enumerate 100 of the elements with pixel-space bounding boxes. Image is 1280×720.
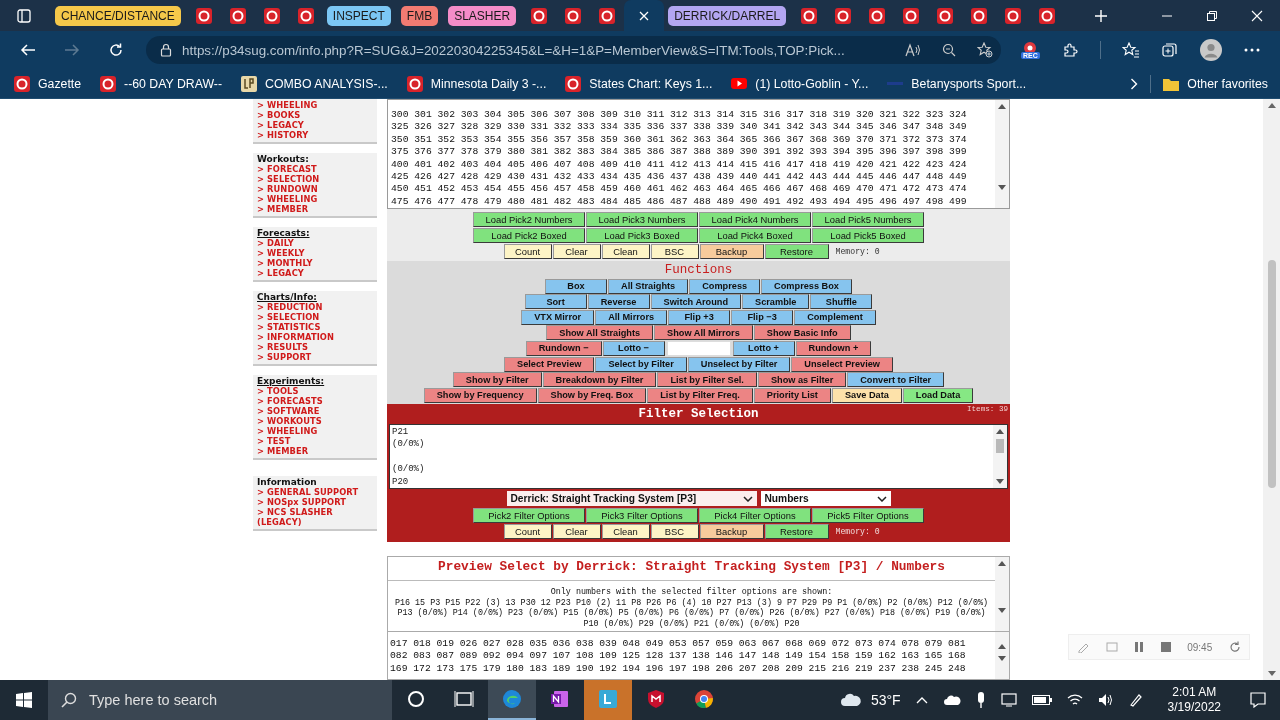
button[interactable]: Unselect by Filter — [687, 356, 791, 372]
tab-group-label[interactable]: FMB — [400, 5, 439, 26]
chevron-right-icon[interactable] — [1130, 77, 1139, 90]
sidebar-link[interactable]: > LEGACY — [257, 268, 373, 278]
cloud-icon[interactable] — [942, 694, 961, 706]
button[interactable]: BSC — [650, 244, 699, 259]
pen-icon[interactable] — [1128, 693, 1143, 707]
wifi-icon[interactable] — [1066, 694, 1083, 706]
scroll-up-icon[interactable] — [998, 104, 1006, 109]
scrollbar[interactable] — [995, 632, 1009, 679]
button[interactable]: Compress Box — [761, 278, 852, 294]
button[interactable]: Reverse — [587, 294, 650, 310]
sidebar-link[interactable]: > WHEELING — [257, 194, 373, 204]
button[interactable]: Clean — [601, 524, 650, 539]
button[interactable]: Priority List — [753, 387, 831, 403]
sidebar-link[interactable]: > LEGACY — [257, 120, 373, 130]
button[interactable]: Pick3 Filter Options — [586, 508, 698, 523]
scroll-down-icon[interactable] — [996, 479, 1004, 484]
sidebar-link[interactable]: > MEMBER — [257, 446, 373, 456]
number-list-field[interactable] — [387, 99, 1010, 209]
button[interactable]: Select by Filter — [595, 356, 687, 372]
chevron-up-icon[interactable] — [915, 696, 928, 704]
refresh-icon[interactable] — [108, 42, 124, 58]
add-favorite-icon[interactable] — [977, 42, 993, 58]
scrollbar[interactable] — [993, 425, 1007, 488]
scrollbar[interactable] — [995, 557, 1009, 631]
button[interactable]: List by Filter Freq. — [647, 387, 753, 403]
pause-icon[interactable] — [1134, 642, 1145, 652]
button[interactable]: Load Pick3 Numbers — [586, 212, 698, 227]
clock[interactable]: 2:01 AM 3/19/2022 — [1167, 685, 1221, 715]
tab-group-label[interactable]: INSPECT — [326, 5, 391, 26]
restart-icon[interactable] — [1228, 641, 1241, 653]
sidebar-link[interactable]: > REDUCTION — [257, 302, 373, 312]
bookmark-folder[interactable]: Other favorites — [1163, 76, 1268, 91]
button[interactable]: Show All Straights — [546, 325, 654, 341]
button[interactable]: Flip −3 — [731, 309, 794, 325]
button[interactable]: Load Pick2 Boxed — [473, 228, 585, 243]
button[interactable]: Clear — [552, 244, 601, 259]
button[interactable]: Complement — [794, 309, 876, 325]
restore-icon[interactable] — [1206, 9, 1218, 22]
speaker-icon[interactable] — [1097, 693, 1114, 707]
sidebar-link[interactable]: > TEST — [257, 436, 373, 446]
sidebar-link[interactable]: > STATISTICS — [257, 322, 373, 332]
read-aloud-icon[interactable] — [905, 43, 921, 57]
button[interactable]: Restore — [764, 244, 829, 259]
scroll-down-icon[interactable] — [998, 608, 1006, 613]
button[interactable]: Compress — [689, 278, 761, 294]
button[interactable]: Pick2 Filter Options — [473, 508, 585, 523]
more-icon[interactable] — [1243, 48, 1260, 52]
sidebar-link[interactable]: > SUPPORT — [257, 352, 373, 362]
scroll-up-icon[interactable] — [996, 429, 1004, 434]
sidebar-link[interactable]: > WHEELING — [257, 100, 373, 110]
sidebar-link[interactable]: > SELECTION — [257, 312, 373, 322]
button[interactable]: Backup — [699, 524, 764, 539]
button[interactable]: Pick4 Filter Options — [699, 508, 811, 523]
collections-icon[interactable] — [1162, 42, 1179, 58]
sidebar-link[interactable]: > SOFTWARE — [257, 406, 373, 416]
sidebar-link[interactable]: > TOOLS — [257, 386, 373, 396]
button[interactable]: Show by Frequency — [423, 387, 537, 403]
button[interactable]: Pick5 Filter Options — [812, 508, 924, 523]
bookmark[interactable]: Betanysports Sport... — [887, 76, 1027, 91]
workspaces-icon[interactable] — [17, 8, 31, 23]
sidebar-link[interactable]: > NOSpx SUPPORT — [257, 497, 373, 507]
button[interactable]: Save Data — [831, 387, 902, 403]
close-icon[interactable] — [1251, 9, 1263, 22]
microphone-icon[interactable] — [975, 692, 986, 708]
button[interactable]: Load Pick5 Boxed — [812, 228, 924, 243]
battery-icon[interactable] — [1031, 695, 1052, 705]
page-scrollbar[interactable] — [1263, 99, 1280, 680]
scrollbar[interactable] — [995, 100, 1009, 208]
bookmark[interactable]: --60 DAY DRAW-- — [100, 75, 222, 92]
scroll-down-icon[interactable] — [1267, 671, 1276, 676]
button[interactable]: Show All Mirrors — [654, 325, 753, 341]
button[interactable]: Count — [503, 244, 552, 259]
zoom-out-icon[interactable] — [942, 43, 956, 57]
favorites-icon[interactable] — [1122, 42, 1141, 58]
button[interactable]: Load Pick4 Boxed — [699, 228, 811, 243]
scroll-down-icon[interactable] — [998, 656, 1006, 661]
button[interactable]: Box — [545, 278, 608, 294]
filter-text-field[interactable]: P21 (0/0%) (0/0%) P20 — [389, 424, 1008, 489]
button[interactable]: Show by Freq. Box — [537, 387, 647, 403]
scrollbar-thumb[interactable] — [1267, 260, 1276, 488]
scrollbar-thumb[interactable] — [996, 439, 1004, 453]
sidebar-link[interactable]: > WHEELING — [257, 426, 373, 436]
button[interactable]: Scramble — [742, 294, 810, 310]
scroll-up-icon[interactable] — [998, 561, 1006, 566]
bookmark[interactable]: (1) Lotto-Goblin - Y... — [731, 76, 869, 91]
button[interactable]: Load Pick2 Numbers — [473, 212, 585, 227]
scroll-up-icon[interactable] — [998, 644, 1006, 649]
button[interactable]: Select Preview — [504, 356, 595, 372]
notifications-icon[interactable] — [1250, 692, 1266, 708]
button[interactable]: Sort — [524, 294, 587, 310]
scroll-up-icon[interactable] — [1267, 103, 1276, 108]
search-field[interactable]: Type here to search — [48, 680, 392, 720]
system-dropdown[interactable]: Derrick: Straight Tracking System [P3] — [506, 491, 757, 506]
button[interactable]: Show Basic Info — [753, 325, 851, 341]
button[interactable]: All Mirrors — [595, 309, 668, 325]
sidebar-link[interactable]: > NCS SLASHER (LEGACY) — [257, 507, 373, 527]
extensions-icon[interactable] — [1061, 42, 1078, 58]
scroll-down-icon[interactable] — [998, 185, 1006, 190]
